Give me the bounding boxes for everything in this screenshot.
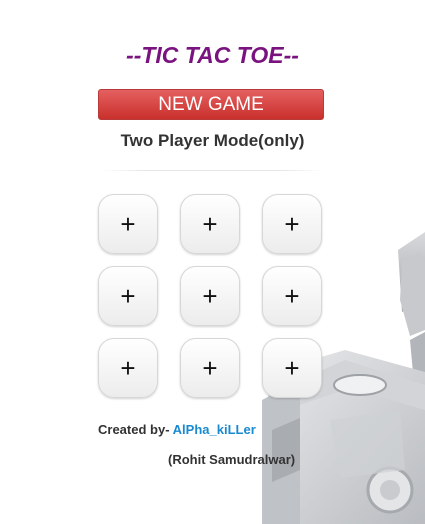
divider [100,170,325,171]
board-cell-7[interactable]: + [98,338,158,398]
board-cell-2[interactable]: + [180,194,240,254]
mode-label: Two Player Mode(only) [120,131,305,150]
companion-cube-background-image [262,232,425,524]
board-cell-1[interactable]: + [98,194,158,254]
board-cell-6[interactable]: + [262,266,322,326]
board-cell-4[interactable]: + [98,266,158,326]
author-real-name: (Rohit Samudralwar) [168,452,296,467]
board-cell-9[interactable]: + [262,338,322,398]
board-cell-3[interactable]: + [262,194,322,254]
page-title: --TIC TAC TOE-- [126,42,299,68]
author-link[interactable]: AlPha_kiLLer [173,422,256,437]
credit-prefix: Created by- [98,422,170,437]
credit-line: Created by- AlPha_kiLLer [98,422,256,437]
new-game-button[interactable]: NEW GAME [98,89,324,120]
board-cell-8[interactable]: + [180,338,240,398]
board-cell-5[interactable]: + [180,266,240,326]
